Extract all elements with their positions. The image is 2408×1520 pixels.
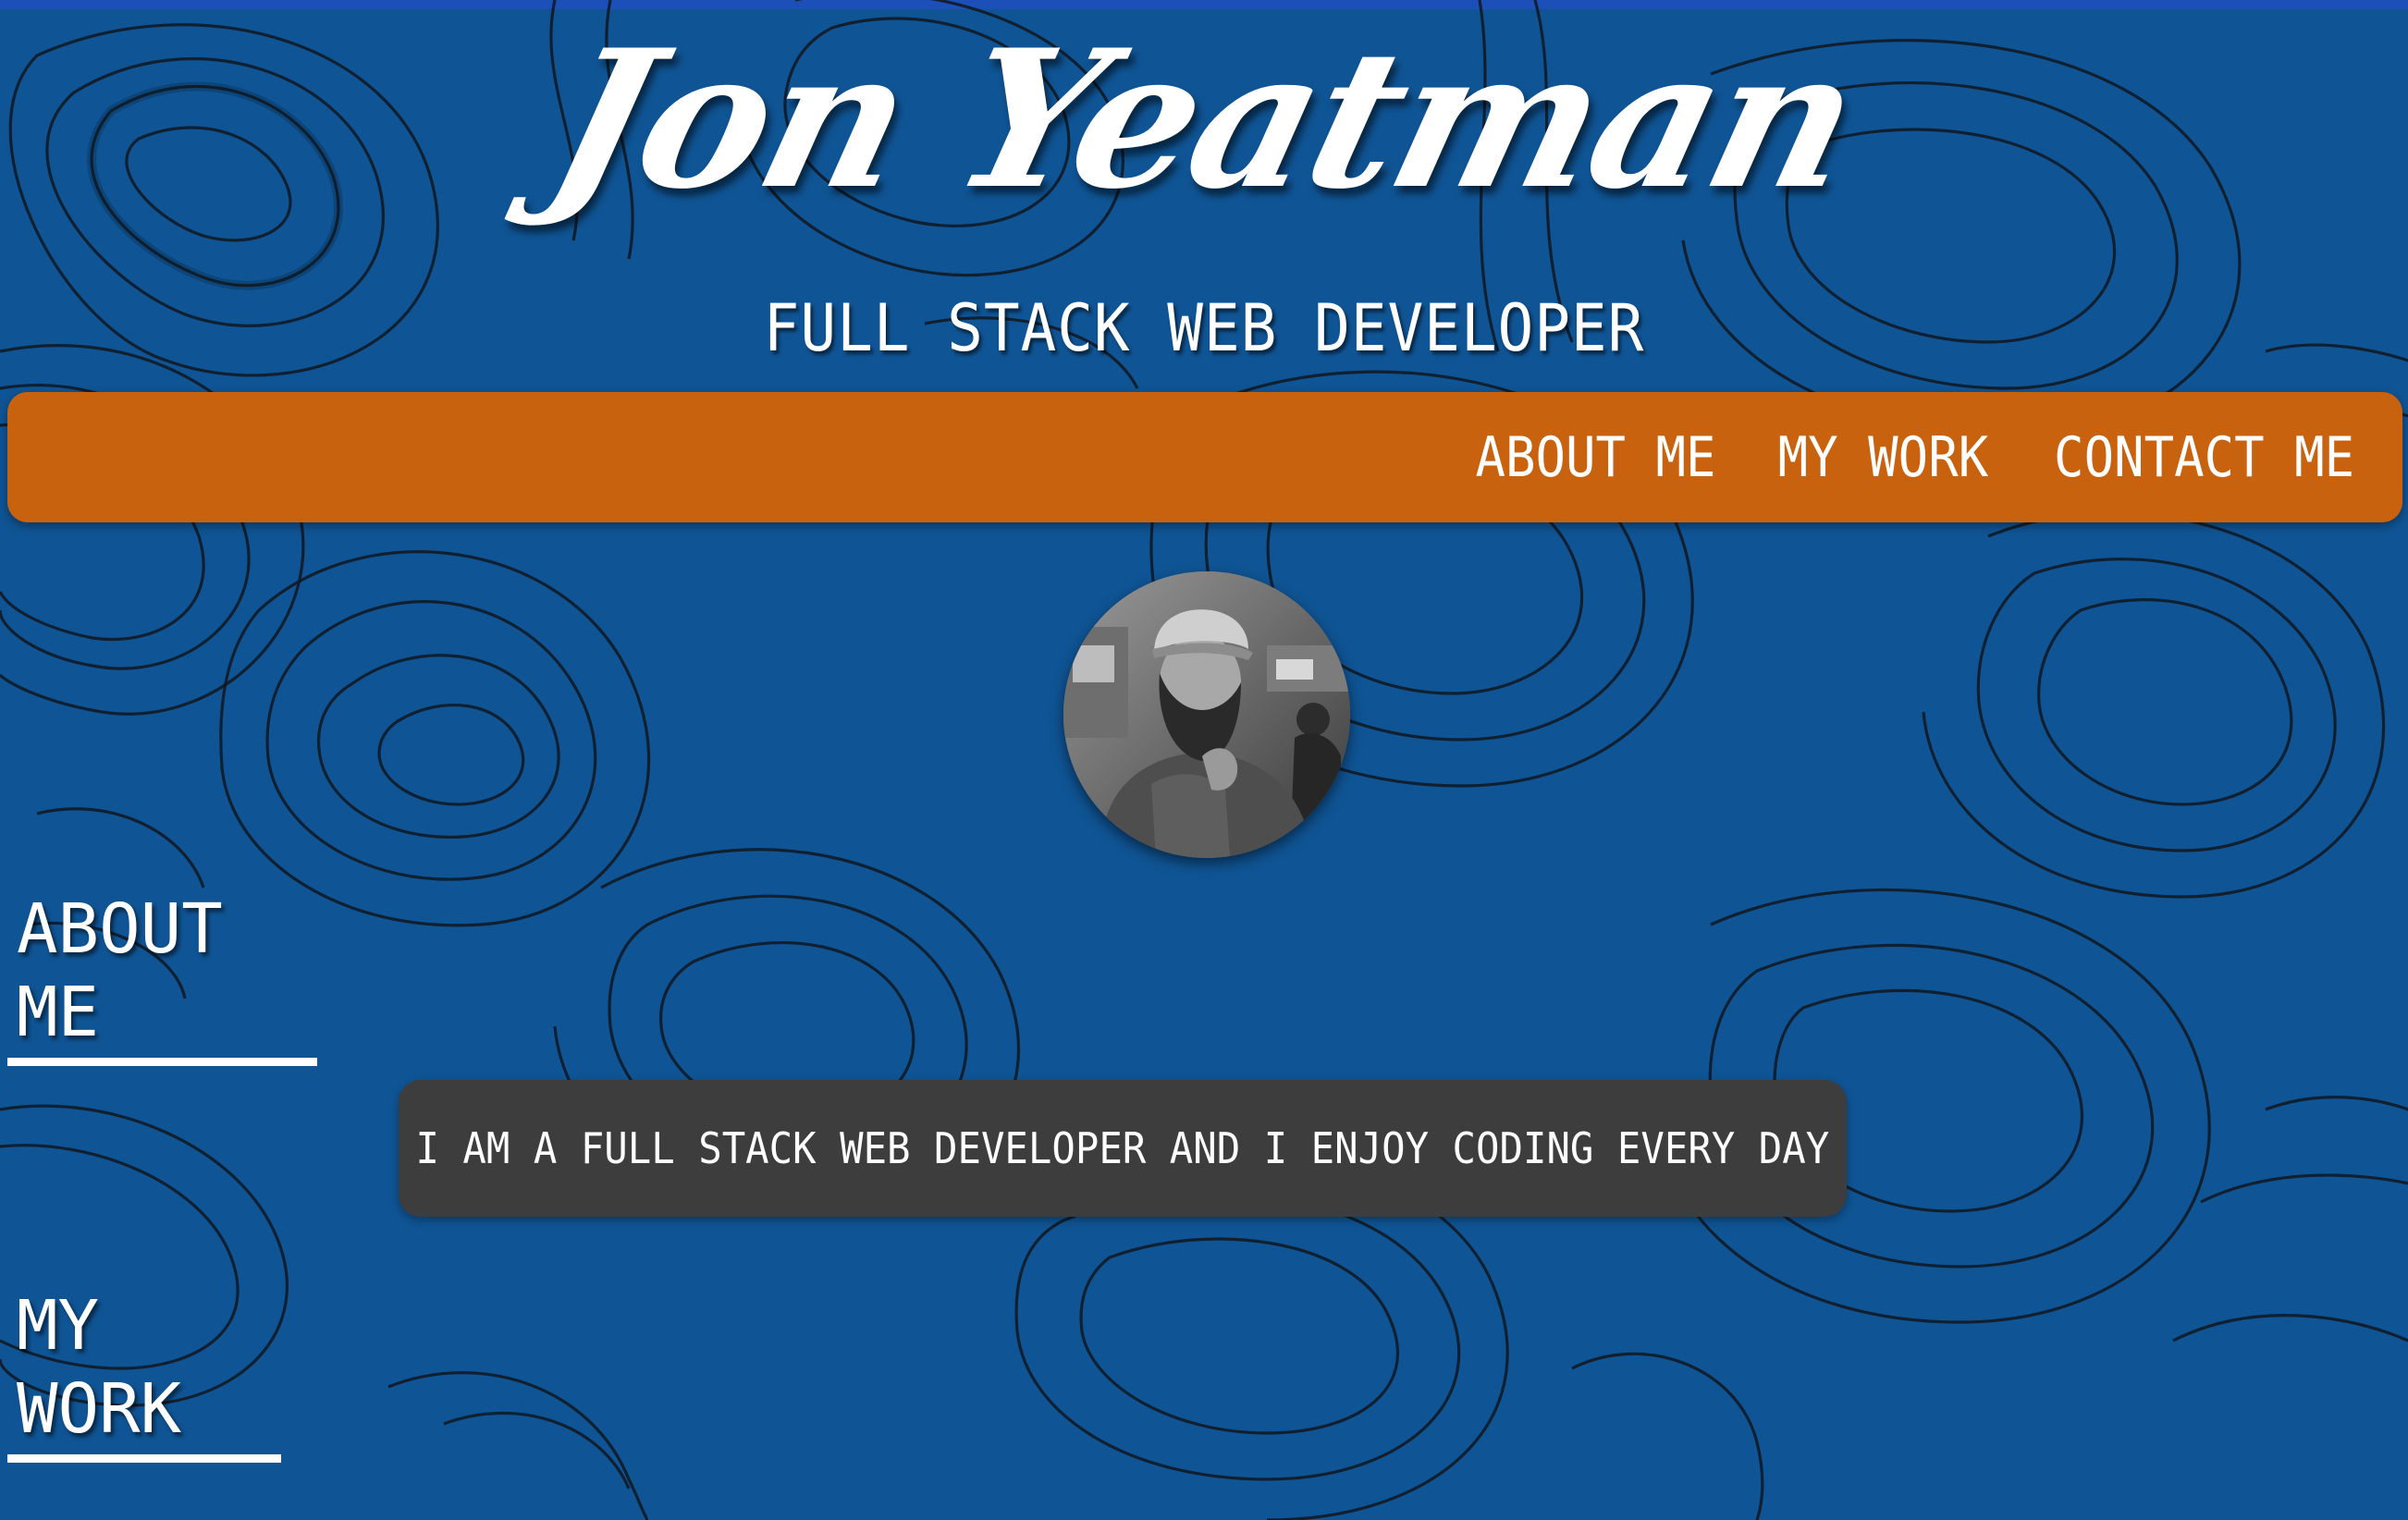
site-subtitle: FULL STACK WEB DEVELOPER <box>763 290 1645 366</box>
profile-photo <box>1063 571 1350 858</box>
avatar <box>1063 571 1350 858</box>
nav-link-contact-me[interactable]: CONTACT ME <box>2054 425 2354 490</box>
nav-links: ABOUT ME MY WORK CONTACT ME <box>1462 392 2371 522</box>
my-work-heading: MY WORK <box>7 1284 281 1463</box>
about-text: I AM A FULL STACK WEB DEVELOPER AND I EN… <box>415 1123 1830 1173</box>
nav-bar: ABOUT ME MY WORK CONTACT ME <box>7 392 2402 522</box>
about-me-heading: ABOUT ME <box>7 888 317 1066</box>
nav-link-my-work[interactable]: MY WORK <box>1778 425 1989 490</box>
nav-link-about-me[interactable]: ABOUT ME <box>1475 425 1715 490</box>
site-title: Jon Yeatman <box>531 9 1877 231</box>
about-card: I AM A FULL STACK WEB DEVELOPER AND I EN… <box>399 1080 1847 1217</box>
